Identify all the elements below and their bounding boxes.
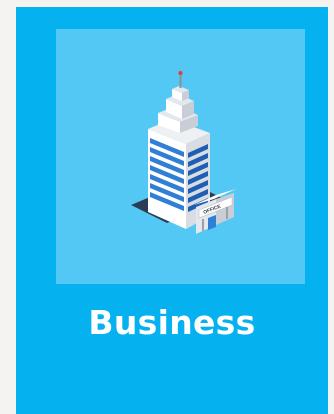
card-title: Business — [88, 303, 256, 342]
category-image: OFFICE — [56, 29, 305, 284]
office-building-icon: OFFICE — [131, 71, 236, 234]
business-category-card[interactable]: OFFICE Business — [16, 7, 328, 414]
